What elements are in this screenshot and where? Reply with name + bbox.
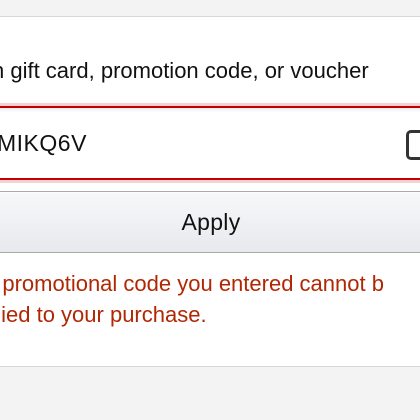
apply-button-label: Apply bbox=[181, 208, 241, 235]
error-message-line-1: e promotional code you entered cannot b bbox=[0, 271, 384, 296]
camera-scan-icon[interactable] bbox=[406, 130, 420, 160]
top-section-band bbox=[0, 0, 420, 16]
top-divider bbox=[0, 16, 420, 17]
promo-field-label: n gift card, promotion code, or voucher bbox=[0, 58, 369, 83]
error-message-line-2: plied to your purchase. bbox=[0, 302, 207, 327]
promo-code-page: n gift card, promotion code, or voucher … bbox=[0, 0, 420, 420]
bottom-section-band bbox=[0, 367, 420, 420]
apply-button[interactable]: Apply bbox=[0, 191, 420, 253]
promo-error-message: e promotional code you entered cannot b … bbox=[0, 268, 420, 330]
promo-code-value[interactable]: MIKQ6V bbox=[0, 128, 87, 158]
